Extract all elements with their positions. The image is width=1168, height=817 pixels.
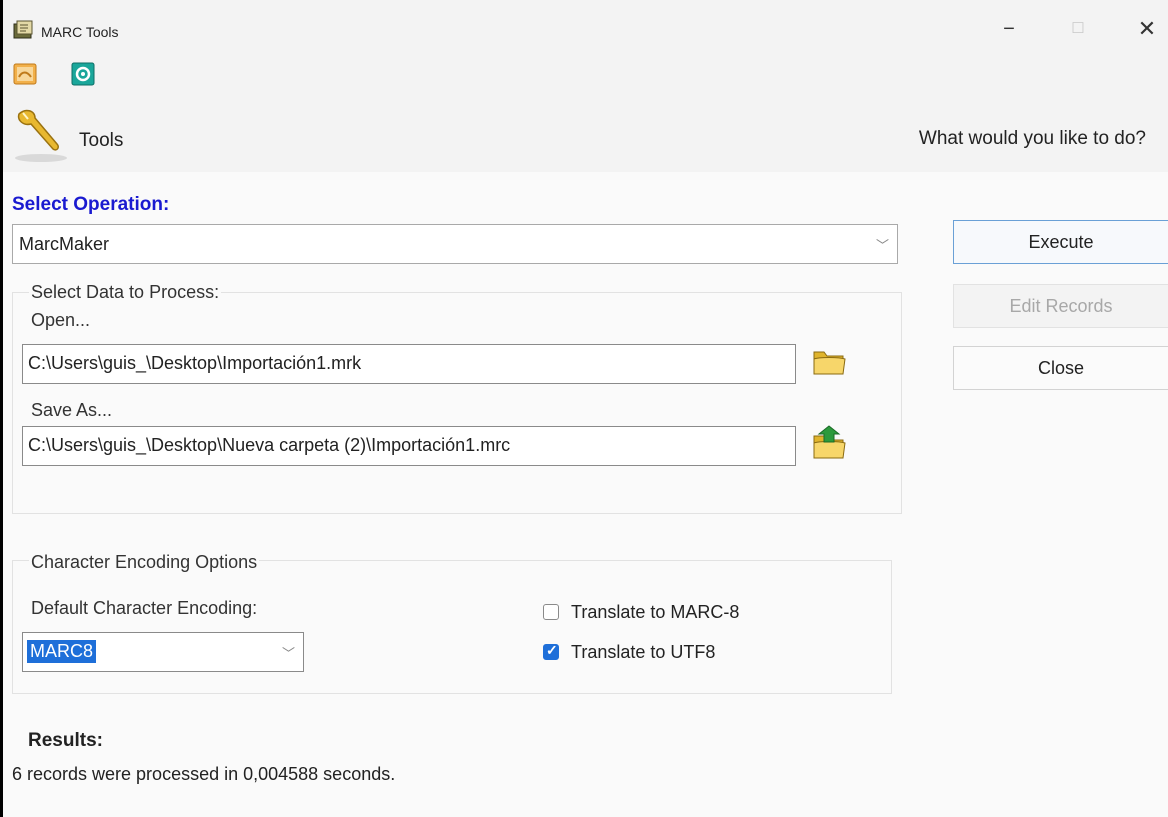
minimize-button[interactable]: − [989, 14, 1029, 44]
execute-button[interactable]: Execute [953, 220, 1168, 264]
close-button[interactable]: Close [953, 346, 1168, 390]
save-folder-icon[interactable] [809, 424, 849, 464]
open-label: Open... [31, 310, 91, 330]
operation-select[interactable]: MarcMaker ﹀ [12, 224, 898, 264]
main-panel: Select Operation: MarcMaker ﹀ Execute Ed… [3, 172, 1168, 817]
encoding-groupbox [12, 560, 892, 694]
data-groupbox [12, 292, 902, 514]
checkbox-box[interactable] [543, 604, 559, 620]
encoding-select[interactable]: MARC8 ﹀ [22, 632, 304, 672]
tools-label: Tools [79, 130, 124, 151]
checkbox-box[interactable] [543, 642, 559, 660]
checkbox-label: Translate to MARC-8 [571, 602, 740, 622]
marc-tools-icon [13, 20, 33, 39]
header-question: What would you like to do? [918, 128, 1146, 149]
window-title: MARC Tools [41, 24, 119, 40]
operation-select-value: MarcMaker [19, 234, 110, 254]
open-path-input[interactable]: C:\Users\guis_\Desktop\Importación1.mrk [22, 344, 796, 384]
encoding-group-title: Character Encoding Options [29, 552, 260, 573]
translate-utf8-checkbox[interactable]: Translate to UTF8 [543, 642, 843, 666]
results-text: 6 records were processed in 0,004588 sec… [12, 764, 396, 784]
folder-icon[interactable] [809, 342, 849, 382]
checkbox-label: Translate to UTF8 [571, 642, 716, 662]
title-bar: MARC Tools − ☐ ✕ [3, 0, 1168, 56]
settings-icon[interactable] [71, 62, 95, 86]
marc-tools-window: MARC Tools − ☐ ✕ Tools What would you li… [3, 0, 1168, 817]
quick-toolbar [3, 56, 1168, 100]
close-window-button[interactable]: ✕ [1127, 14, 1167, 44]
default-encoding-label: Default Character Encoding: [31, 598, 258, 618]
maximize-button[interactable]: ☐ [1058, 14, 1098, 44]
translate-marc8-checkbox[interactable]: Translate to MARC-8 [543, 602, 843, 626]
marc-editor-icon[interactable] [13, 62, 37, 86]
encoding-select-value: MARC8 [27, 640, 97, 663]
save-path-value: C:\Users\guis_\Desktop\Nueva carpeta (2)… [28, 435, 511, 455]
open-path-value: C:\Users\guis_\Desktop\Importación1.mrk [28, 353, 362, 373]
chevron-down-icon: ﹀ [281, 646, 295, 661]
select-operation-label: Select Operation: [12, 194, 170, 215]
chevron-down-icon: ﹀ [875, 238, 889, 253]
save-path-input[interactable]: C:\Users\guis_\Desktop\Nueva carpeta (2)… [22, 426, 796, 466]
edit-records-button[interactable]: Edit Records [953, 284, 1168, 328]
wrench-icon [15, 109, 67, 162]
tools-header: Tools What would you like to do? [3, 100, 1168, 172]
results-label: Results: [28, 730, 103, 751]
data-group-title: Select Data to Process: [29, 282, 222, 303]
save-as-label: Save As... [31, 400, 113, 420]
